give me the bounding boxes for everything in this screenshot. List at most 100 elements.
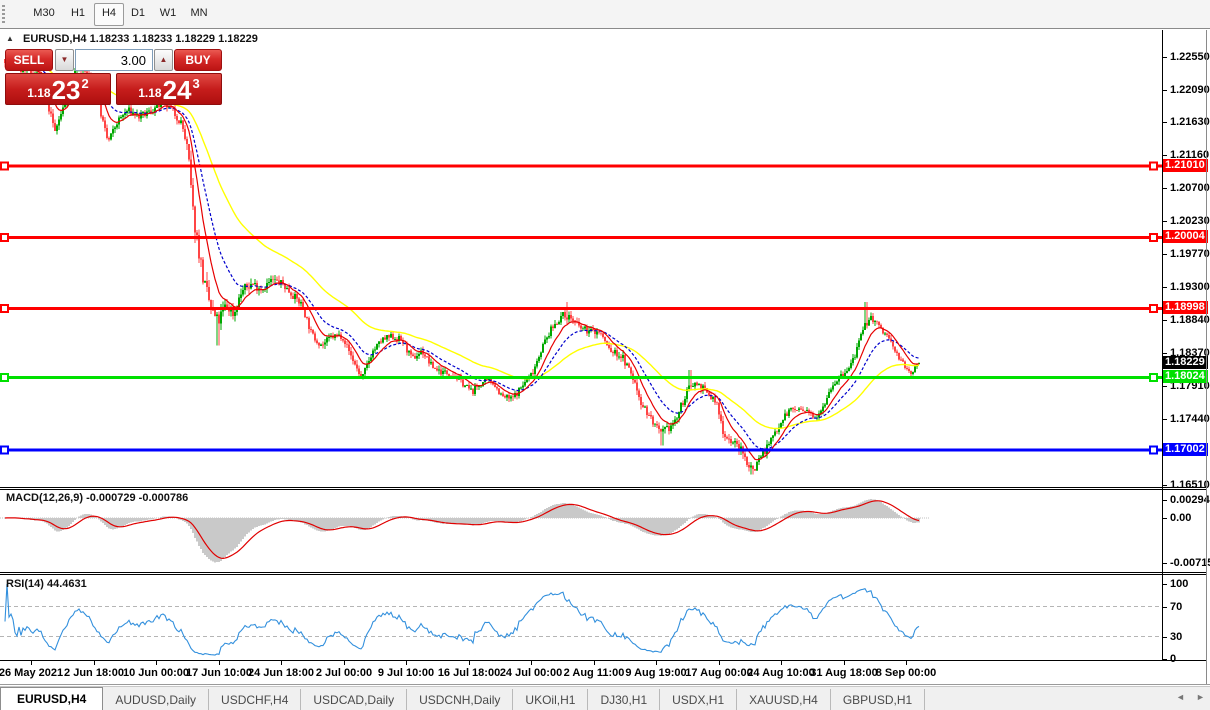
sell-price-main: 23 bbox=[52, 77, 81, 103]
axis-tick bbox=[1163, 221, 1167, 222]
macd-tick-label: 0.002947 bbox=[1170, 494, 1210, 506]
time-axis-tick bbox=[31, 661, 32, 665]
window-right-frame bbox=[1206, 30, 1207, 685]
time-axis-tick bbox=[781, 661, 782, 665]
chart-title: ▲ EURUSD,H4 1.18233 1.18233 1.18229 1.18… bbox=[6, 33, 258, 46]
timeframe-button-h1[interactable]: H1 bbox=[64, 3, 92, 24]
one-click-toggle-icon[interactable]: ▲ bbox=[6, 34, 14, 43]
chart-tab-usdcad-daily[interactable]: USDCAD,Daily bbox=[301, 689, 407, 710]
level-price-label: 1.21010 bbox=[1163, 159, 1208, 172]
axis-tick bbox=[1163, 419, 1167, 420]
axis-tick bbox=[1163, 188, 1167, 189]
buy-price-prefix: 1.18 bbox=[138, 86, 161, 100]
sell-price-box[interactable]: 1.18 23 2 bbox=[5, 73, 111, 105]
chart-tab-eurusd-h4[interactable]: EURUSD,H4 bbox=[0, 687, 103, 710]
chart-tab-xauusd-h4[interactable]: XAUUSD,H4 bbox=[737, 689, 831, 710]
time-axis-tick bbox=[531, 661, 532, 665]
axis-tick bbox=[1163, 57, 1167, 58]
chart-tab-usdchf-h4[interactable]: USDCHF,H4 bbox=[209, 689, 301, 710]
axis-tick bbox=[1163, 563, 1167, 564]
time-axis-tick bbox=[94, 661, 95, 665]
time-axis-tick bbox=[156, 661, 157, 665]
axis-tick bbox=[1163, 155, 1167, 156]
time-axis-tick bbox=[344, 661, 345, 665]
sell-price-prefix: 1.18 bbox=[27, 86, 50, 100]
price-tick-label: 1.16510 bbox=[1170, 479, 1210, 491]
volume-increase-button[interactable]: ▲ bbox=[154, 49, 173, 71]
chart-tab-gbpusd-h1[interactable]: GBPUSD,H1 bbox=[831, 689, 925, 710]
buy-button[interactable]: BUY bbox=[174, 49, 222, 71]
chart-tab-ukoil-h1[interactable]: UKOil,H1 bbox=[513, 689, 588, 710]
one-click-trading-panel: SELL ▼ ▲ BUY 1.18 23 2 1.18 24 3 bbox=[5, 49, 222, 105]
macd-tick-label: -0.007151 bbox=[1170, 557, 1210, 569]
status-divider bbox=[0, 684, 1210, 685]
buy-price-main: 24 bbox=[163, 77, 192, 103]
buy-price-pip: 3 bbox=[193, 76, 200, 91]
level-price-label: 1.20004 bbox=[1163, 230, 1208, 243]
time-tick-label: 10 Jun 00:00 bbox=[123, 667, 189, 679]
axis-tick bbox=[1163, 353, 1167, 354]
time-tick-label: 17 Aug 00:00 bbox=[685, 667, 752, 679]
macd-tick-label: 0.00 bbox=[1170, 512, 1191, 524]
rsi-tick-label: 0 bbox=[1170, 653, 1176, 665]
time-tick-label: 24 Aug 10:00 bbox=[747, 667, 814, 679]
axis-tick bbox=[1163, 584, 1167, 585]
time-axis-tick bbox=[406, 661, 407, 665]
tabs-scroll-right-icon[interactable]: ► bbox=[1196, 692, 1205, 702]
time-tick-label: 2 Jun 18:00 bbox=[64, 667, 124, 679]
timeframe-button-d1[interactable]: D1 bbox=[124, 3, 152, 24]
chart-ohlc-values: 1.18233 1.18233 1.18229 1.18229 bbox=[90, 33, 258, 45]
time-tick-label: 8 Sep 00:00 bbox=[876, 667, 937, 679]
panel-divider[interactable] bbox=[0, 572, 1206, 573]
sell-button[interactable]: SELL bbox=[5, 49, 53, 71]
time-axis-tick bbox=[219, 661, 220, 665]
axis-tick bbox=[1163, 500, 1167, 501]
volume-decrease-button[interactable]: ▼ bbox=[55, 49, 74, 71]
level-price-label: 1.18024 bbox=[1163, 370, 1208, 383]
price-tick-label: 1.19300 bbox=[1170, 281, 1210, 293]
trading-platform-window: M30 H1 H4 D1 W1 MN ▲ EURUSD,H4 1.18233 1… bbox=[0, 0, 1210, 710]
toolbar-grip-handle[interactable] bbox=[2, 5, 5, 23]
buy-price-box[interactable]: 1.18 24 3 bbox=[116, 73, 222, 105]
current-price-label: 1.18229 bbox=[1163, 356, 1208, 369]
time-tick-label: 2 Jul 00:00 bbox=[316, 667, 372, 679]
rsi-tick-label: 100 bbox=[1170, 578, 1188, 590]
axis-tick bbox=[1163, 518, 1167, 519]
time-axis-tick bbox=[469, 661, 470, 665]
axis-tick bbox=[1163, 122, 1167, 123]
timeframe-toolbar: M30 H1 H4 D1 W1 MN bbox=[0, 0, 1210, 28]
price-tick-label: 1.22090 bbox=[1170, 84, 1210, 96]
rsi-tick-label: 70 bbox=[1170, 601, 1182, 613]
rsi-panel-canvas[interactable] bbox=[0, 575, 1162, 661]
level-price-label: 1.17002 bbox=[1163, 443, 1208, 456]
axis-tick bbox=[1163, 637, 1167, 638]
time-axis-tick bbox=[906, 661, 907, 665]
timeframe-button-w1[interactable]: W1 bbox=[154, 3, 182, 24]
timeframe-button-mn[interactable]: MN bbox=[184, 3, 214, 24]
time-tick-label: 17 Jun 10:00 bbox=[186, 667, 252, 679]
time-axis-tick bbox=[281, 661, 282, 665]
chart-tab-usdcnh-daily[interactable]: USDCNH,Daily bbox=[407, 689, 513, 710]
time-axis-tick bbox=[719, 661, 720, 665]
price-tick-label: 1.20230 bbox=[1170, 215, 1210, 227]
chart-tab-usdx-h1[interactable]: USDX,H1 bbox=[660, 689, 737, 710]
time-tick-label: 24 Jun 18:00 bbox=[248, 667, 314, 679]
timeframe-button-m30[interactable]: M30 bbox=[26, 3, 62, 24]
timeframe-button-h4[interactable]: H4 bbox=[94, 3, 124, 26]
price-axis-border bbox=[1162, 30, 1163, 661]
price-tick-label: 1.18840 bbox=[1170, 314, 1210, 326]
panel-divider[interactable] bbox=[0, 487, 1206, 488]
time-tick-label: 24 Jul 00:00 bbox=[500, 667, 562, 679]
axis-tick bbox=[1163, 659, 1167, 660]
volume-input[interactable] bbox=[75, 49, 153, 71]
chart-symbol-period: EURUSD,H4 bbox=[23, 33, 87, 45]
tabs-scroll-left-icon[interactable]: ◄ bbox=[1176, 692, 1185, 702]
rsi-indicator-label: RSI(14) 44.4631 bbox=[6, 578, 87, 590]
chart-tab-dj30-h1[interactable]: DJ30,H1 bbox=[588, 689, 660, 710]
chart-tab-audusd-daily[interactable]: AUDUSD,Daily bbox=[103, 689, 209, 710]
price-tick-label: 1.17440 bbox=[1170, 413, 1210, 425]
price-tick-label: 1.21630 bbox=[1170, 116, 1210, 128]
time-axis-line bbox=[0, 660, 1206, 661]
sell-price-pip: 2 bbox=[82, 76, 89, 91]
price-tick-label: 1.22550 bbox=[1170, 51, 1210, 63]
